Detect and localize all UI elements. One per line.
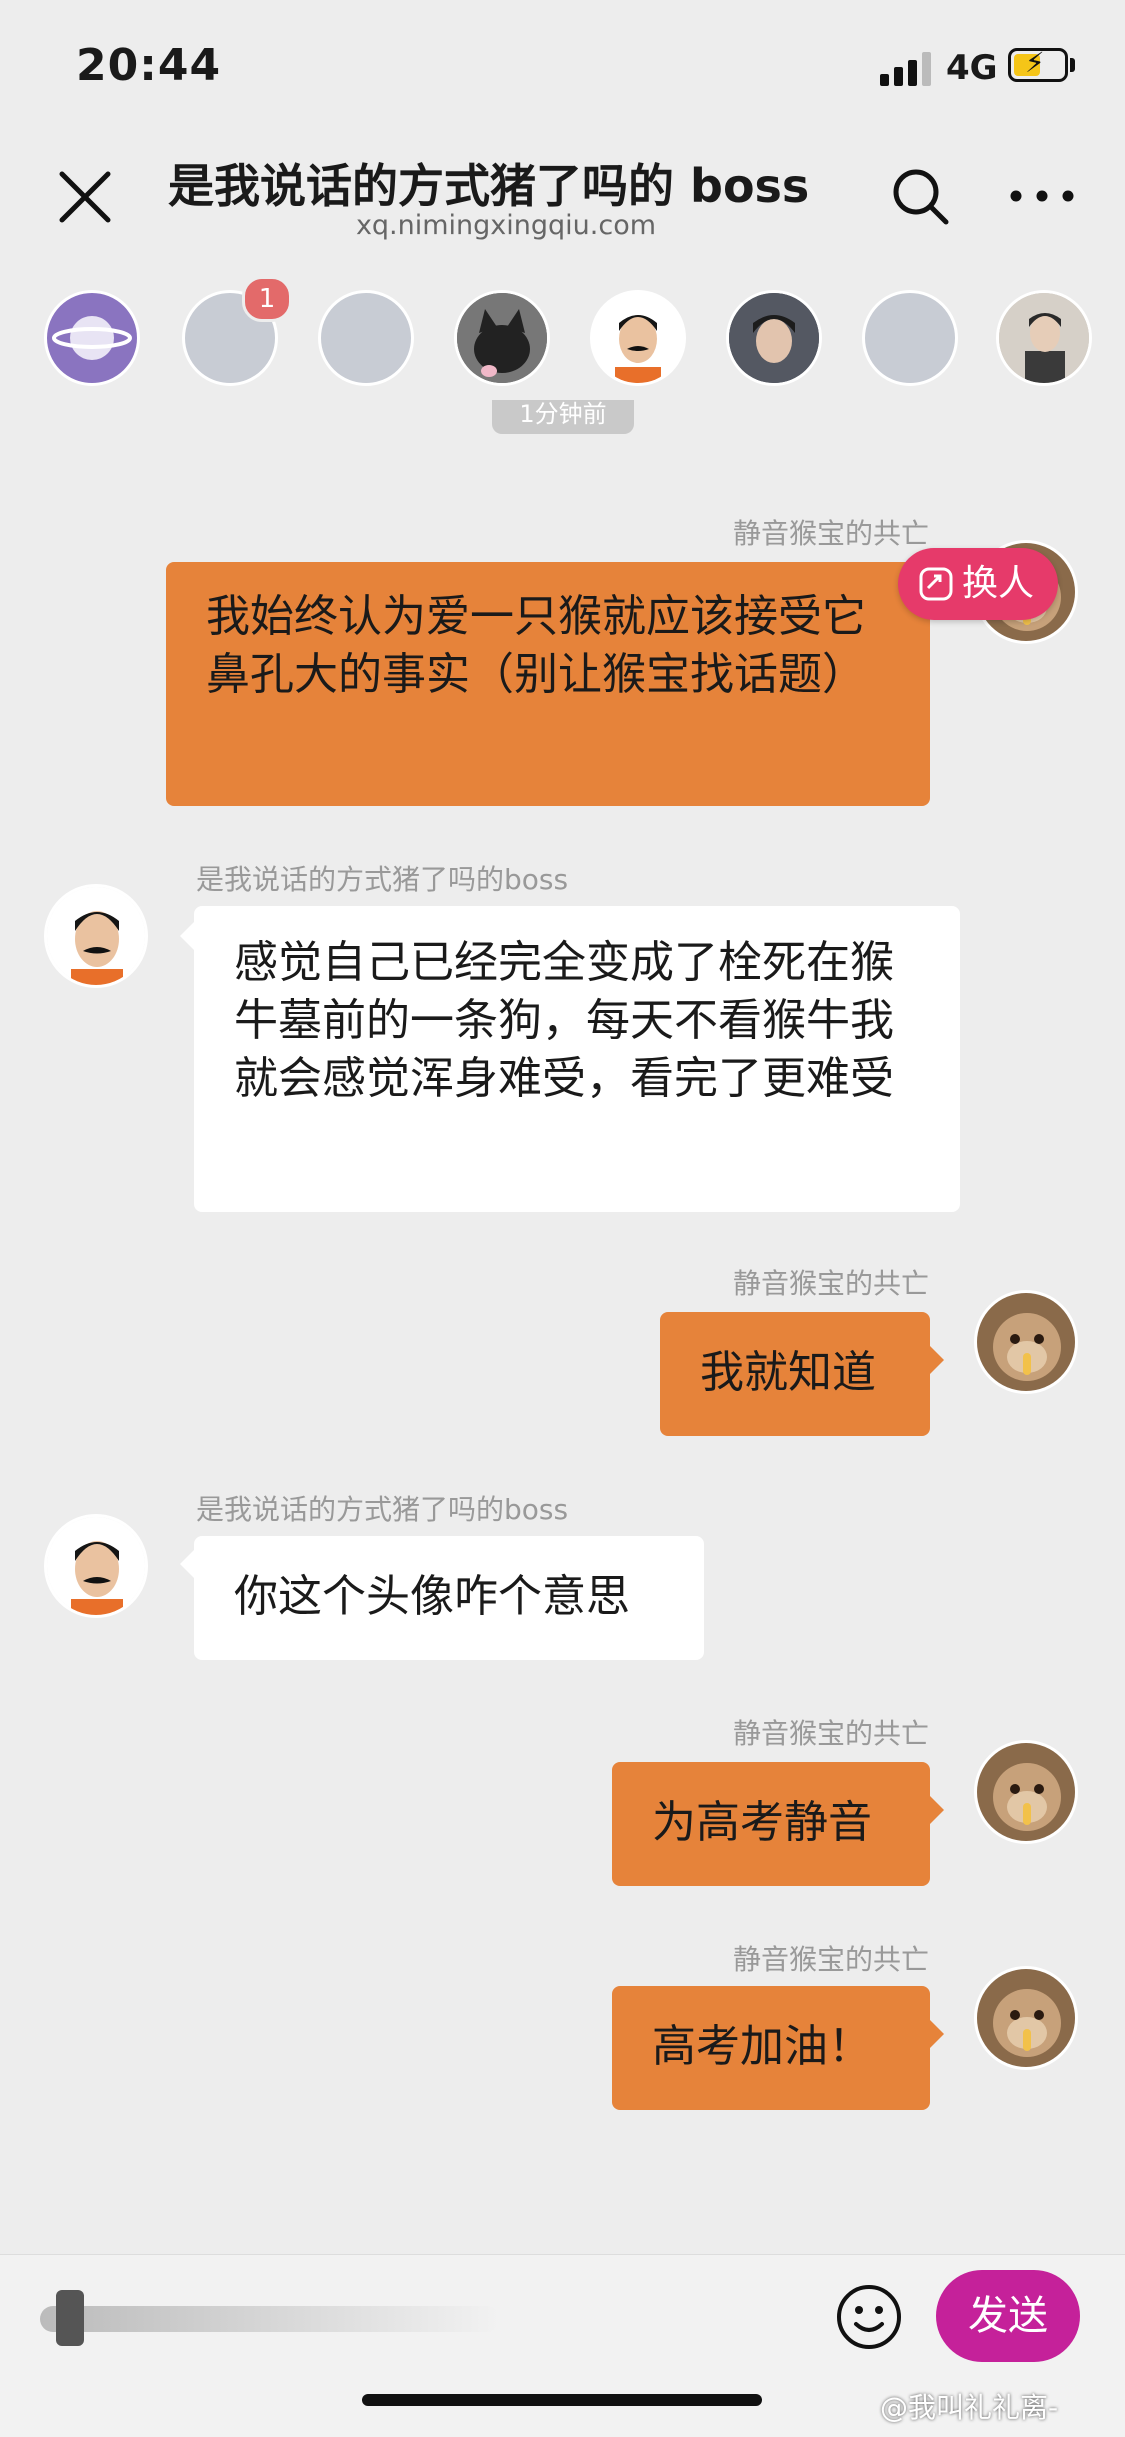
avatar-item[interactable] xyxy=(318,290,414,386)
more-icon[interactable] xyxy=(1006,176,1078,216)
battery-icon: ⚡ xyxy=(1008,48,1068,82)
avatar-strip: 1 xyxy=(0,276,1125,390)
monkey-avatar[interactable] xyxy=(974,1290,1078,1394)
sender-name: 是我说话的方式猪了吗的boss xyxy=(196,1493,569,1526)
message-bubble[interactable]: 你这个头像咋个意思 xyxy=(194,1536,704,1660)
home-indicator xyxy=(362,2394,762,2406)
sender-name: 静音猴宝的共亡 xyxy=(732,1717,929,1750)
network-label: 4G xyxy=(946,48,998,88)
sender-name: 是我说话的方式猪了吗的boss xyxy=(196,863,569,896)
avatar-item[interactable] xyxy=(996,290,1092,386)
page-subtitle: xq.nimingxingqiu.com xyxy=(355,210,657,241)
avatar-item[interactable] xyxy=(862,290,958,386)
cat-avatar[interactable] xyxy=(454,290,550,386)
swap-button[interactable]: 换人 xyxy=(898,548,1058,620)
watermark: @我叫礼礼离- xyxy=(880,2391,1059,2424)
message-input[interactable] xyxy=(36,2288,516,2348)
avatar-item[interactable] xyxy=(726,290,822,386)
sender-name: 静音猴宝的共亡 xyxy=(732,1943,929,1976)
boy-mustache-avatar[interactable] xyxy=(44,1514,148,1618)
sender-name: 静音猴宝的共亡 xyxy=(732,1267,929,1300)
swap-icon xyxy=(919,567,953,601)
unread-badge: 1 xyxy=(242,276,292,322)
page-title: 是我说话的方式猪了吗的 boss xyxy=(168,159,810,213)
signal-icon xyxy=(880,50,934,86)
boy-avatar[interactable] xyxy=(590,290,686,386)
message-bubble[interactable]: 为高考静音 xyxy=(612,1762,930,1886)
message-bubble[interactable]: 我始终认为爱一只猴就应该接受它鼻孔大的事实（别让猴宝找话题） xyxy=(166,562,930,806)
emoji-icon[interactable] xyxy=(832,2280,906,2354)
monkey-avatar[interactable] xyxy=(974,1740,1078,1844)
monkey-avatar[interactable] xyxy=(974,1966,1078,2070)
sender-name: 静音猴宝的共亡 xyxy=(732,517,929,550)
message-bubble[interactable]: 感觉自己已经完全变成了栓死在猴牛墓前的一条狗，每天不看猴牛我就会感觉浑身难受，看… xyxy=(194,906,960,1212)
send-button[interactable]: 发送 xyxy=(936,2270,1080,2362)
timestamp-pill: 1分钟前 xyxy=(492,400,634,434)
planet-avatar[interactable] xyxy=(44,290,140,386)
status-time: 20:44 xyxy=(76,40,222,91)
boy-mustache-avatar[interactable] xyxy=(44,884,148,988)
swap-label: 换人 xyxy=(962,563,1035,604)
message-bubble[interactable]: 我就知道 xyxy=(660,1312,930,1436)
close-icon[interactable] xyxy=(48,160,122,234)
message-bubble[interactable]: 高考加油！ xyxy=(612,1986,930,2110)
battery-tip xyxy=(1070,58,1075,72)
search-icon[interactable] xyxy=(886,162,956,232)
